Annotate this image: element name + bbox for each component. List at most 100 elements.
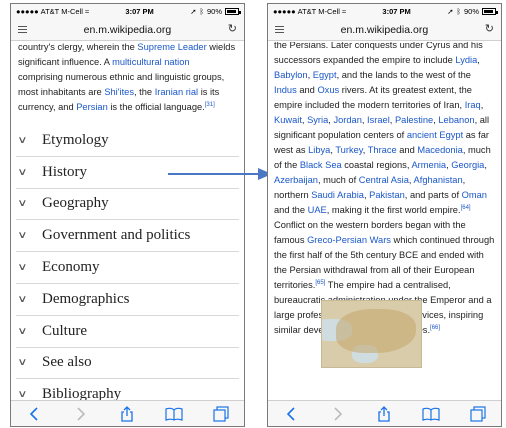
chevron-right-icon[interactable] <box>72 405 90 423</box>
footnote-link[interactable]: [66] <box>430 325 440 331</box>
transition-arrow <box>168 168 272 180</box>
article-text: the Persians. Later conquests under Cyru… <box>268 42 501 338</box>
book-icon[interactable] <box>422 405 440 423</box>
section-title: Economy <box>42 259 100 276</box>
article-link[interactable]: Greco-Persian Wars <box>307 235 391 245</box>
article-link[interactable]: Syria <box>307 115 328 125</box>
article-link[interactable]: Egypt <box>313 70 337 80</box>
share-icon[interactable] <box>118 405 136 423</box>
reader-menu-icon[interactable] <box>275 26 284 33</box>
empire-map-image[interactable] <box>321 300 422 368</box>
share-icon[interactable] <box>375 405 393 423</box>
right-phone-screen: ●●●●● AT&T M-Cell ≈ 3:07 PM ➚ ᛒ 90% en.m… <box>267 3 502 427</box>
article-link[interactable]: Supreme Leader <box>137 42 206 52</box>
article-link[interactable]: Indus <box>274 85 297 95</box>
article-link[interactable]: Kuwait <box>274 115 302 125</box>
battery-percent: 90% <box>206 7 222 16</box>
article-link[interactable]: Libya <box>308 145 330 155</box>
carrier-info: ●●●●● AT&T M-Cell ≈ <box>273 7 346 16</box>
article-link[interactable]: Shi'ites <box>104 87 134 97</box>
article-link[interactable]: Lydia <box>455 55 477 65</box>
page-content: country's clergy, wherein the Supreme Le… <box>11 42 244 400</box>
article-link[interactable]: UAE <box>308 205 327 215</box>
article-link[interactable]: Turkey <box>335 145 362 155</box>
chevron-down-icon: ∨ <box>17 262 28 274</box>
article-text-run: coastal regions, <box>341 160 412 170</box>
signal-icon: ●●●●● <box>16 7 39 16</box>
section-geography[interactable]: ∨ Geography <box>16 189 239 221</box>
article-link[interactable]: Palestine <box>395 115 433 125</box>
bluetooth-icon: ᛒ <box>456 7 461 16</box>
article-text-run: country's clergy, wherein the <box>18 42 138 52</box>
article-link[interactable]: Thrace <box>368 145 397 155</box>
article-text-run: is the official language. <box>107 102 205 112</box>
chevron-right-icon[interactable] <box>329 405 347 423</box>
article-text-run: , <box>477 55 480 65</box>
article-link[interactable]: multicultural nation <box>112 57 190 67</box>
article-link[interactable]: Pakistan <box>369 190 405 200</box>
tabs-icon[interactable] <box>212 405 230 423</box>
section-title: Etymology <box>42 131 109 148</box>
article-link[interactable]: Macedonia <box>417 145 462 155</box>
left-phone-screen: ●●●●● AT&T M-Cell ≈ 3:07 PM ➚ ᛒ 90% en.m… <box>10 3 245 427</box>
article-link[interactable]: Georgia <box>451 160 484 170</box>
status-right: ➚ ᛒ 90% <box>190 7 241 16</box>
chevron-left-icon[interactable] <box>25 405 43 423</box>
article-link[interactable]: Iranian rial <box>155 87 198 97</box>
section-demographics[interactable]: ∨ Demographics <box>16 284 239 316</box>
wifi-icon: ≈ <box>341 7 347 16</box>
bluetooth-icon: ᛒ <box>199 7 204 16</box>
battery-fill <box>227 10 236 13</box>
reload-icon[interactable]: ↻ <box>228 24 237 35</box>
article-link[interactable]: Lebanon <box>438 115 474 125</box>
article-link[interactable]: ancient Egypt <box>407 130 463 140</box>
battery-percent: 90% <box>463 7 479 16</box>
reload-icon[interactable]: ↻ <box>485 24 494 35</box>
article-link[interactable]: Armenia <box>411 160 446 170</box>
article-link[interactable]: Azerbaijan <box>274 175 318 185</box>
article-link[interactable]: Central Asia <box>359 175 409 185</box>
tabs-icon[interactable] <box>469 405 487 423</box>
section-see-also[interactable]: ∨ See also <box>16 348 239 380</box>
chevron-down-icon: ∨ <box>17 198 28 210</box>
bottom-toolbar <box>268 400 501 426</box>
article-text-run: , and parts of <box>404 190 462 200</box>
chevron-down-icon: ∨ <box>17 134 28 146</box>
chevron-left-icon[interactable] <box>282 405 300 423</box>
section-bibliography[interactable]: ∨ Bibliography <box>16 379 239 400</box>
footnote: [31] <box>205 102 215 108</box>
section-government-and-politics[interactable]: ∨ Government and politics <box>16 220 239 253</box>
article-link[interactable]: Persian <box>76 102 108 112</box>
url-text[interactable]: en.m.wikipedia.org <box>341 24 429 36</box>
footnote-link[interactable]: [64] <box>461 205 471 211</box>
address-bar[interactable]: en.m.wikipedia.org ↻ <box>268 19 501 41</box>
article-text-run: , much of <box>317 175 359 185</box>
location-icon: ➚ <box>190 7 197 16</box>
article-link[interactable]: Afghanistan <box>414 175 463 185</box>
article-text-run: , making it the first world empire. <box>326 205 461 215</box>
article-link[interactable]: Babylon <box>274 70 308 80</box>
address-bar[interactable]: en.m.wikipedia.org ↻ <box>11 19 244 41</box>
article-link[interactable]: Israel <box>367 115 390 125</box>
article-link[interactable]: Oxus <box>317 85 339 95</box>
article-paragraph: the Persians. Later conquests under Cyru… <box>274 42 495 218</box>
footnote: [64] <box>461 205 471 211</box>
article-paragraph: country's clergy, wherein the Supreme Le… <box>11 42 244 115</box>
footnote-link[interactable]: [31] <box>205 102 215 108</box>
section-etymology[interactable]: ∨ Etymology <box>16 125 239 157</box>
reader-menu-icon[interactable] <box>18 26 27 33</box>
article-link[interactable]: Iraq <box>465 100 481 110</box>
article-link[interactable]: Oman <box>462 190 487 200</box>
url-text[interactable]: en.m.wikipedia.org <box>84 24 172 36</box>
chevron-down-icon: ∨ <box>17 357 28 369</box>
footnote-link[interactable]: [65] <box>315 280 325 286</box>
status-time: 3:07 PM <box>125 7 154 16</box>
article-link[interactable]: Black Sea <box>300 160 342 170</box>
chevron-down-icon: ∨ <box>17 166 28 178</box>
article-link[interactable]: Jordan <box>333 115 361 125</box>
book-icon[interactable] <box>165 405 183 423</box>
section-culture[interactable]: ∨ Culture <box>16 316 239 348</box>
chevron-down-icon: ∨ <box>17 230 28 242</box>
section-economy[interactable]: ∨ Economy <box>16 252 239 284</box>
article-link[interactable]: Saudi Arabia <box>311 190 364 200</box>
